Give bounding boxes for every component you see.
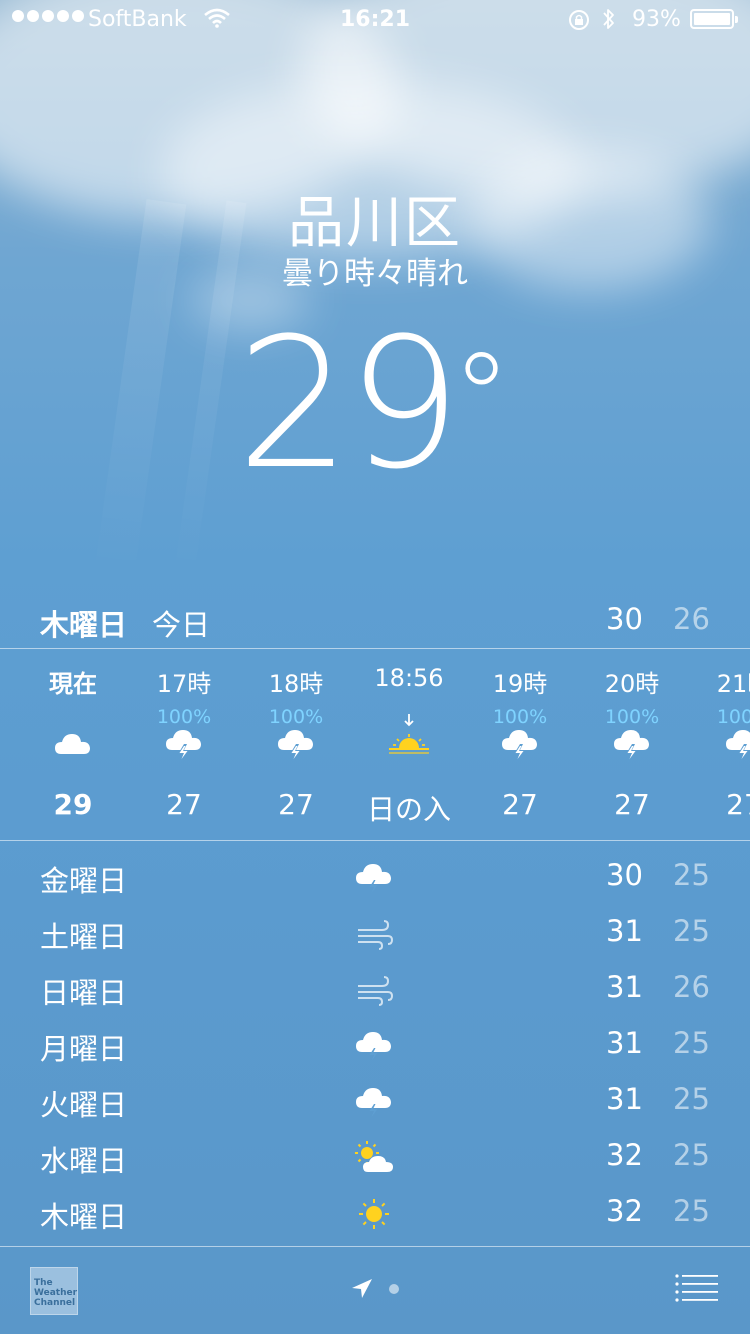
daily-high: 31 bbox=[606, 1082, 643, 1116]
daily-day-name: 水曜日 bbox=[40, 1144, 128, 1178]
today-summary-row: 木曜日 今日 30 26 bbox=[0, 600, 750, 644]
bluetooth-icon bbox=[603, 9, 614, 29]
hourly-temp: 29 bbox=[53, 788, 93, 821]
hourly-temp: 27 bbox=[726, 788, 750, 821]
daily-day-name: 木曜日 bbox=[40, 1200, 128, 1234]
daily-low: 25 bbox=[673, 1138, 710, 1172]
weather-condition: 曇り時々晴れ bbox=[282, 256, 468, 292]
partly-sunny-icon bbox=[355, 1141, 393, 1172]
daily-row: 火曜日 31 25 bbox=[0, 1074, 750, 1130]
hourly-temp: 27 bbox=[614, 788, 650, 821]
current-temperature-value: 29 bbox=[236, 300, 461, 509]
daily-low: 25 bbox=[673, 1082, 710, 1116]
thunderstorm-icon bbox=[614, 730, 649, 762]
thunderstorm-icon bbox=[356, 1032, 391, 1061]
hourly-time: 21時 bbox=[716, 670, 750, 698]
status-bar: SoftBank 16:21 93% bbox=[0, 0, 750, 40]
thunderstorm-icon bbox=[278, 730, 313, 762]
wind-icon bbox=[358, 976, 394, 1006]
daily-low: 25 bbox=[673, 1194, 710, 1228]
daily-low: 25 bbox=[673, 1026, 710, 1060]
cloud-icon bbox=[55, 734, 90, 754]
hourly-time: 17時 bbox=[156, 670, 212, 698]
daily-day-name: 火曜日 bbox=[40, 1088, 128, 1122]
daily-high: 32 bbox=[606, 1194, 643, 1228]
hourly-temp: 27 bbox=[166, 788, 202, 821]
list-icon[interactable] bbox=[674, 1271, 720, 1305]
page-indicator-dot[interactable] bbox=[389, 1284, 399, 1294]
current-location-icon[interactable] bbox=[350, 1277, 374, 1301]
divider bbox=[0, 840, 750, 841]
thunderstorm-icon bbox=[356, 864, 391, 893]
daily-day-name: 月曜日 bbox=[40, 1032, 128, 1066]
battery-percentage: 93% bbox=[632, 7, 681, 32]
hourly-temp: 日の入 bbox=[366, 793, 451, 826]
thunderstorm-icon bbox=[356, 1088, 391, 1117]
daily-row: 日曜日 31 26 bbox=[0, 962, 750, 1018]
sunset-icon bbox=[389, 714, 429, 754]
hourly-time: 18時 bbox=[268, 670, 324, 698]
daily-day-name: 金曜日 bbox=[40, 864, 128, 898]
daily-high: 31 bbox=[606, 1026, 643, 1060]
daily-high: 30 bbox=[606, 858, 643, 892]
weather-channel-logo: The Weather Channel bbox=[34, 1278, 78, 1308]
daily-low: 25 bbox=[673, 914, 710, 948]
daily-low: 26 bbox=[673, 970, 710, 1004]
today-low: 26 bbox=[673, 602, 710, 636]
hourly-time: 現在 bbox=[49, 670, 97, 698]
daily-high: 31 bbox=[606, 914, 643, 948]
daily-low: 25 bbox=[673, 858, 710, 892]
current-temperature: 29° bbox=[0, 305, 750, 505]
degree-symbol: ° bbox=[451, 329, 512, 468]
thunderstorm-icon bbox=[166, 730, 201, 762]
daily-day-name: 土曜日 bbox=[40, 920, 128, 954]
hourly-time: 20時 bbox=[604, 670, 660, 698]
divider bbox=[0, 648, 750, 649]
today-day-name: 木曜日 bbox=[40, 608, 128, 642]
daily-high: 31 bbox=[606, 970, 643, 1004]
today-high: 30 bbox=[606, 602, 643, 636]
thunderstorm-icon bbox=[502, 730, 537, 762]
daily-day-name: 日曜日 bbox=[40, 976, 128, 1010]
battery-icon bbox=[690, 9, 738, 29]
sun-icon bbox=[359, 1199, 389, 1229]
today-label: 今日 bbox=[152, 608, 211, 642]
daily-high: 32 bbox=[606, 1138, 643, 1172]
hourly-temp: 27 bbox=[502, 788, 538, 821]
daily-row: 金曜日 30 25 bbox=[0, 850, 750, 906]
city-name: 品川区 bbox=[288, 191, 462, 256]
thunderstorm-icon bbox=[726, 730, 750, 762]
hourly-time: 18:56 bbox=[374, 664, 444, 692]
daily-row: 土曜日 31 25 bbox=[0, 906, 750, 962]
daily-row: 月曜日 31 25 bbox=[0, 1018, 750, 1074]
daily-row: 水曜日 32 25 bbox=[0, 1130, 750, 1186]
weather-channel-logo-button[interactable]: The Weather Channel bbox=[30, 1267, 78, 1315]
hourly-forecast-strip[interactable]: 現在 29 17時 100% 27 18時 100% 27 18:56 日の入 … bbox=[0, 650, 750, 840]
rotation-lock-icon bbox=[569, 10, 589, 30]
daily-row: 木曜日 32 25 bbox=[0, 1186, 750, 1242]
wind-icon bbox=[358, 920, 394, 950]
bottom-toolbar: The Weather Channel bbox=[0, 1247, 750, 1334]
hourly-time: 19時 bbox=[492, 670, 548, 698]
hourly-temp: 27 bbox=[278, 788, 314, 821]
